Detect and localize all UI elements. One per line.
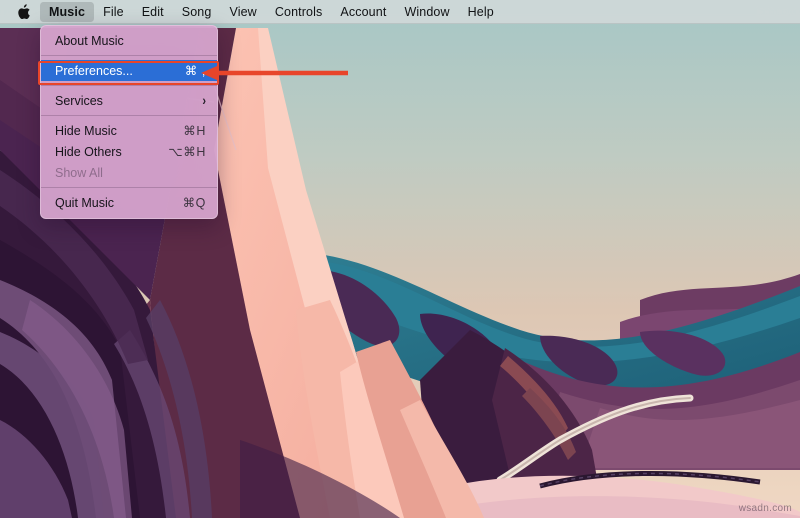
menu-separator (41, 115, 217, 116)
menubar-item-edit[interactable]: Edit (133, 2, 173, 22)
menu-item-shortcut: ⌥⌘H (168, 145, 206, 159)
menu-item-quit-music[interactable]: Quit Music ⌘Q (41, 192, 217, 213)
menu-separator (41, 85, 217, 86)
menu-item-services[interactable]: Services › (41, 90, 217, 111)
menu-item-show-all: Show All (41, 162, 217, 183)
menu-item-label: About Music (55, 33, 124, 48)
menu-item-label: Preferences... (55, 63, 133, 78)
menu-item-hide-music[interactable]: Hide Music ⌘H (41, 120, 217, 141)
menu-item-about-music[interactable]: About Music (41, 30, 217, 51)
menubar-item-file[interactable]: File (94, 2, 133, 22)
menubar-item-music[interactable]: Music (40, 1, 95, 22)
menu-item-hide-others[interactable]: Hide Others ⌥⌘H (41, 141, 217, 162)
annotation-arrow-icon (201, 66, 348, 80)
menu-bar[interactable]: Music File Edit Song View Controls Accou… (0, 0, 800, 24)
watermark-text: wsadn.com (738, 503, 792, 514)
menubar-item-song[interactable]: Song (173, 2, 221, 22)
apple-logo-icon[interactable] (14, 2, 32, 22)
desktop-screen: Music File Edit Song View Controls Accou… (0, 0, 800, 518)
menu-item-shortcut: ⌘Q (182, 196, 206, 210)
menubar-item-help[interactable]: Help (459, 2, 503, 22)
menu-item-label: Hide Others (55, 144, 122, 159)
menu-separator (41, 187, 217, 188)
menu-item-label: Hide Music (55, 123, 117, 138)
chevron-right-icon: › (202, 93, 206, 108)
menubar-item-view[interactable]: View (220, 2, 265, 22)
menu-item-label: Show All (55, 165, 103, 180)
menu-item-preferences[interactable]: Preferences... ⌘ , (41, 60, 217, 81)
menu-separator (41, 55, 217, 56)
menu-item-shortcut: ⌘H (183, 124, 206, 138)
music-app-menu[interactable]: About Music Preferences... ⌘ , Services … (40, 25, 218, 219)
menu-item-label: Quit Music (55, 195, 115, 210)
menubar-item-window[interactable]: Window (395, 2, 458, 22)
menubar-item-account[interactable]: Account (331, 2, 395, 22)
menu-item-label: Services (55, 93, 103, 108)
menubar-item-controls[interactable]: Controls (266, 2, 332, 22)
